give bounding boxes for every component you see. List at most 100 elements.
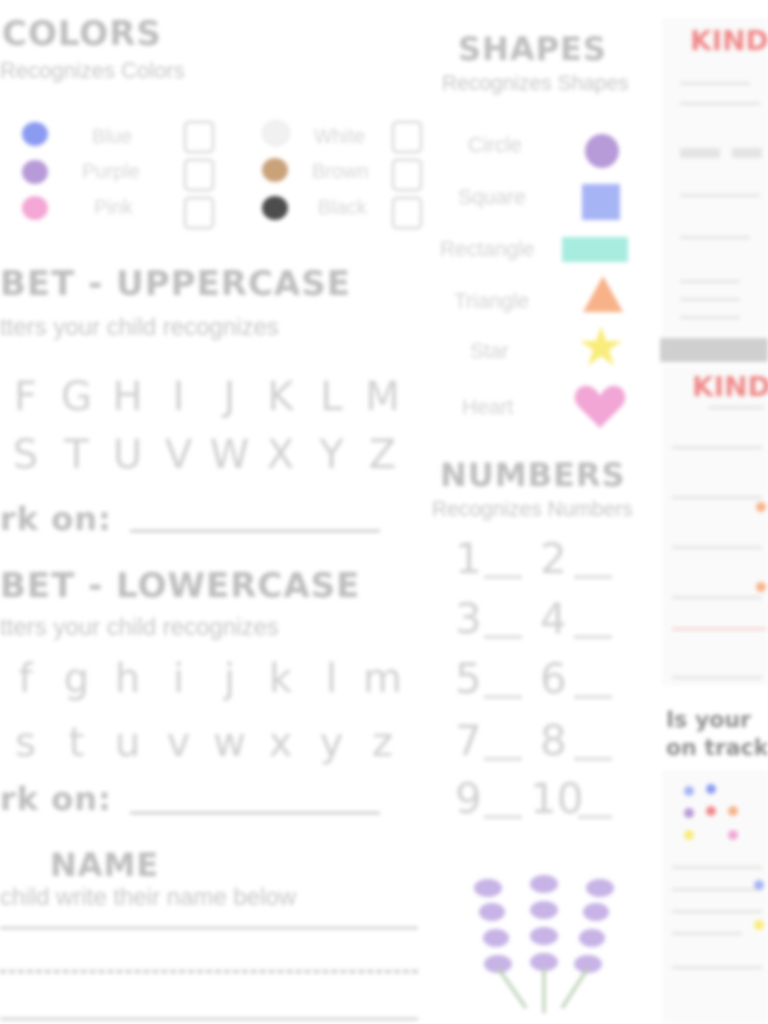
letter: z bbox=[372, 720, 393, 766]
number-7: 7 bbox=[455, 716, 482, 765]
preview-top-title: KIND bbox=[690, 24, 768, 57]
name-line-bottom[interactable] bbox=[0, 1018, 418, 1020]
number-1-line[interactable] bbox=[484, 576, 522, 578]
letter: j bbox=[223, 656, 236, 702]
letter: m bbox=[363, 656, 402, 702]
preview-page-bottom[interactable] bbox=[662, 770, 768, 1024]
shape-label-circle: Circle bbox=[468, 134, 522, 157]
number-9-line[interactable] bbox=[484, 816, 522, 818]
letter: U bbox=[112, 432, 143, 478]
lowercase-subtitle: tters your child recognizes bbox=[0, 614, 279, 641]
letter: h bbox=[114, 656, 141, 702]
numbers-title: NUMBERS bbox=[440, 456, 626, 494]
letter: t bbox=[68, 720, 85, 766]
color-label-pink: Pink bbox=[94, 197, 133, 219]
letter: V bbox=[164, 432, 193, 478]
preview-page-top[interactable]: KIND bbox=[662, 18, 768, 336]
colors-subtitle: Recognizes Colors bbox=[0, 58, 185, 83]
shape-label-square: Square bbox=[458, 186, 526, 209]
color-swatch-purple bbox=[22, 160, 48, 184]
letter: Y bbox=[319, 432, 344, 478]
letter: k bbox=[268, 656, 293, 702]
shape-label-heart: Heart bbox=[462, 396, 514, 419]
number-2: 2 bbox=[540, 534, 567, 583]
letter: u bbox=[114, 720, 141, 766]
number-3: 3 bbox=[455, 594, 482, 643]
lowercase-row-2: s t u v w x y z bbox=[0, 720, 408, 766]
number-4: 4 bbox=[540, 594, 567, 643]
preview-page-middle[interactable]: KIND bbox=[662, 366, 768, 686]
checkbox-purple[interactable] bbox=[184, 159, 214, 191]
number-4-line[interactable] bbox=[574, 636, 612, 638]
color-label-white: White bbox=[314, 126, 366, 148]
checkbox-brown[interactable] bbox=[392, 159, 422, 191]
lowercase-work-on-label: rk on: bbox=[0, 780, 112, 818]
shape-label-star: Star bbox=[470, 340, 509, 363]
shape-label-rectangle: Rectangle bbox=[440, 238, 535, 261]
letter: H bbox=[112, 374, 143, 420]
letter: M bbox=[365, 374, 400, 420]
lowercase-row-1: f g h i j k l m bbox=[0, 656, 408, 702]
uppercase-subtitle: tters your child recognizes bbox=[0, 314, 279, 341]
letter: x bbox=[268, 720, 293, 766]
numbers-subtitle: Recognizes Numbers bbox=[432, 498, 633, 521]
number-10-line[interactable] bbox=[578, 816, 612, 818]
color-swatch-white bbox=[262, 120, 290, 146]
color-label-black: Black bbox=[318, 197, 367, 219]
colors-title: COLORS bbox=[2, 14, 162, 54]
uppercase-row-2: S T U V W X Y Z bbox=[0, 432, 408, 478]
number-8: 8 bbox=[540, 716, 567, 765]
letter: W bbox=[209, 432, 250, 478]
checkbox-blue[interactable] bbox=[184, 121, 214, 153]
letter: F bbox=[13, 374, 37, 420]
lowercase-title: BET - LOWERCASE bbox=[0, 566, 361, 606]
preview-mid-title: KIND bbox=[692, 370, 768, 403]
circle-icon bbox=[585, 134, 619, 168]
letter: g bbox=[63, 656, 90, 702]
shapes-subtitle: Recognizes Shapes bbox=[442, 72, 629, 95]
number-5-line[interactable] bbox=[484, 696, 522, 698]
color-label-brown: Brown bbox=[312, 161, 369, 183]
star-icon bbox=[580, 326, 622, 366]
number-6-line[interactable] bbox=[574, 696, 612, 698]
checkbox-white[interactable] bbox=[392, 121, 422, 153]
letter: l bbox=[325, 656, 338, 702]
name-line-dashed[interactable] bbox=[0, 970, 418, 973]
shape-label-triangle: Triangle bbox=[454, 290, 530, 313]
letter: G bbox=[61, 374, 92, 420]
uppercase-work-on-label: rk on: bbox=[0, 500, 112, 538]
letter: J bbox=[223, 374, 236, 420]
number-8-line[interactable] bbox=[574, 758, 612, 760]
name-subtitle: child write their name below bbox=[0, 884, 297, 911]
number-3-line[interactable] bbox=[484, 636, 522, 638]
uppercase-row-1: F G H I J K L M bbox=[0, 374, 408, 420]
number-7-line[interactable] bbox=[484, 758, 522, 760]
letter: X bbox=[266, 432, 295, 478]
rectangle-icon bbox=[562, 237, 628, 262]
number-6: 6 bbox=[540, 654, 567, 703]
letter: f bbox=[18, 656, 33, 702]
uppercase-work-on-line[interactable] bbox=[130, 530, 380, 532]
square-icon bbox=[582, 184, 620, 220]
checkbox-black[interactable] bbox=[392, 197, 422, 229]
lowercase-work-on-line[interactable] bbox=[130, 812, 380, 814]
preview-heading-line-1: Is your bbox=[666, 708, 751, 733]
letter: K bbox=[267, 374, 294, 420]
color-swatch-black bbox=[262, 196, 288, 220]
number-2-line[interactable] bbox=[574, 576, 612, 578]
number-10: 10 bbox=[530, 774, 584, 823]
preview-heading-line-2: on track bbox=[666, 736, 768, 761]
checkbox-pink[interactable] bbox=[184, 197, 214, 229]
color-swatch-pink bbox=[22, 196, 48, 220]
flowers-illustration bbox=[474, 875, 614, 1013]
color-swatch-brown bbox=[262, 158, 288, 182]
color-swatch-blue bbox=[22, 122, 48, 146]
letter: L bbox=[320, 374, 343, 420]
shapes-title: SHAPES bbox=[458, 30, 607, 68]
heart-icon bbox=[574, 385, 626, 428]
letter: Z bbox=[368, 432, 397, 478]
letter: y bbox=[319, 720, 344, 766]
name-line-top[interactable] bbox=[0, 927, 418, 929]
color-label-purple: Purple bbox=[82, 161, 140, 183]
number-5: 5 bbox=[455, 654, 482, 703]
